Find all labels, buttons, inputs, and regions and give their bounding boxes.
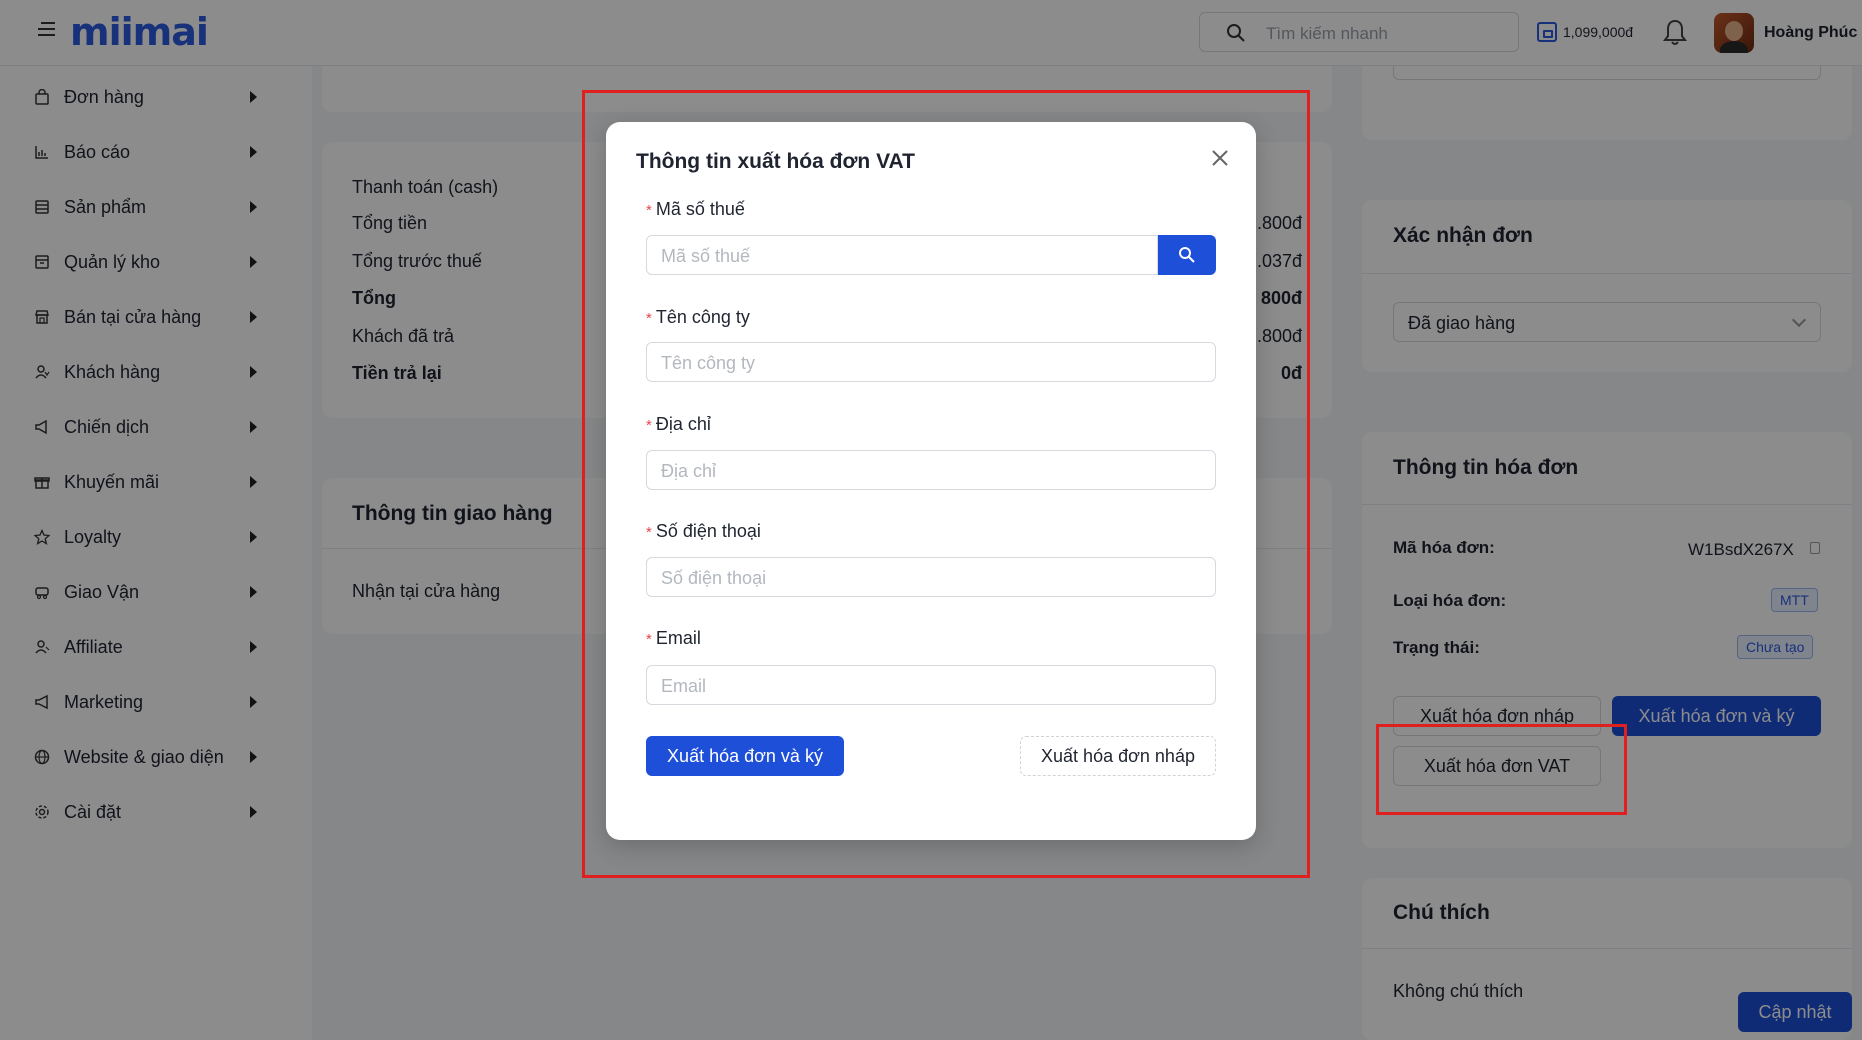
address-label: * Địa chỉ — [646, 414, 711, 435]
email-input[interactable]: Email — [646, 665, 1216, 705]
vat-invoice-modal: Thông tin xuất hóa đơn VAT * Mã số thuế M… — [606, 122, 1256, 840]
required-mark: * — [646, 631, 652, 648]
search-icon — [1179, 247, 1195, 263]
company-name-label: * Tên công ty — [646, 307, 750, 328]
email-label: * Email — [646, 628, 701, 649]
phone-label: * Số điện thoại — [646, 521, 761, 542]
tax-code-input[interactable]: Mã số thuế — [646, 235, 1158, 275]
required-mark: * — [646, 310, 652, 327]
required-mark: * — [646, 524, 652, 541]
address-input[interactable]: Địa chỉ — [646, 450, 1216, 490]
address-placeholder: Địa chỉ — [661, 461, 717, 481]
email-placeholder: Email — [661, 676, 707, 696]
tax-code-label: * Mã số thuế — [646, 199, 745, 220]
modal-export-sign-button[interactable]: Xuất hóa đơn và ký — [646, 736, 844, 776]
close-icon[interactable] — [1208, 146, 1232, 170]
address-label-text: Địa chỉ — [655, 414, 711, 434]
phone-placeholder: Số điện thoại — [661, 568, 767, 588]
tax-lookup-button[interactable] — [1158, 235, 1216, 275]
modal-title: Thông tin xuất hóa đơn VAT — [636, 150, 915, 173]
highlight-box-vat-button — [1376, 724, 1627, 815]
tax-code-label-text: Mã số thuế — [655, 199, 745, 219]
company-name-label-text: Tên công ty — [655, 307, 750, 327]
company-name-input[interactable]: Tên công ty — [646, 342, 1216, 382]
tax-code-placeholder: Mã số thuế — [661, 246, 751, 266]
email-label-text: Email — [655, 628, 701, 648]
phone-input[interactable]: Số điện thoại — [646, 557, 1216, 597]
required-mark: * — [646, 202, 652, 219]
company-name-placeholder: Tên công ty — [661, 353, 756, 373]
phone-label-text: Số điện thoại — [655, 521, 761, 541]
required-mark: * — [646, 417, 652, 434]
modal-export-draft-button[interactable]: Xuất hóa đơn nháp — [1020, 736, 1216, 776]
